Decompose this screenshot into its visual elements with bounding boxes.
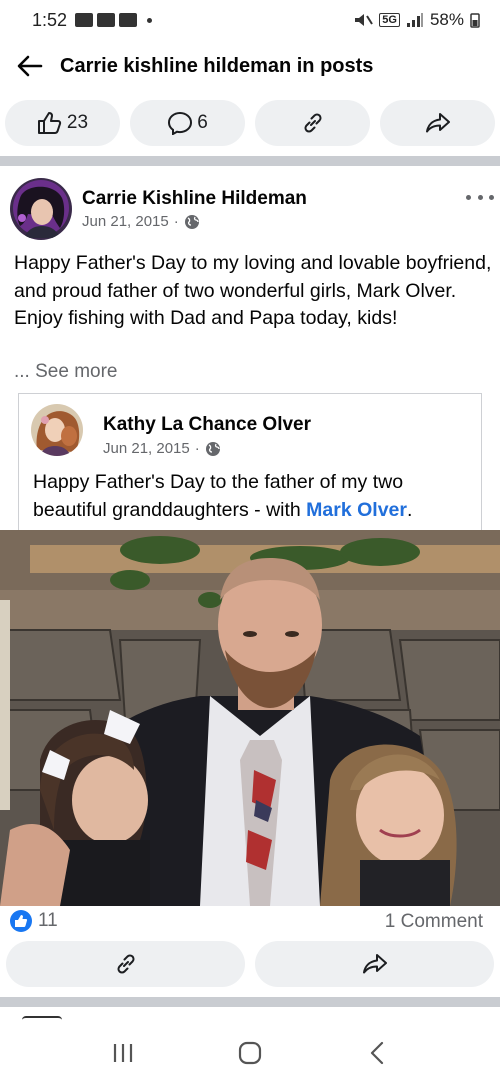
back-arrow-icon[interactable] (0, 40, 60, 92)
signal-icon (406, 13, 423, 27)
comment-count-link[interactable]: 1 Comment (385, 911, 483, 933)
reaction-count: 11 (38, 910, 58, 931)
post-date[interactable]: Jun 21, 2015 (82, 213, 169, 230)
search-header: Carrie kishline hildeman in posts (0, 40, 500, 92)
system-nav-bar (0, 1022, 500, 1083)
post-actions-bottom (6, 941, 494, 987)
notification-icons (75, 13, 153, 27)
comment-count-top: 6 (197, 112, 208, 133)
reaction-summary[interactable]: 11 (10, 910, 58, 932)
more-notifications-icon (147, 17, 153, 23)
shared-text-after: . (406, 499, 413, 521)
copy-link-button[interactable] (255, 100, 370, 146)
battery-icon (470, 13, 480, 28)
next-post-avatar-peek (22, 1016, 62, 1020)
comment-button[interactable]: 6 (130, 100, 245, 146)
gallery-notification-icon (75, 13, 94, 27)
author-avatar[interactable] (10, 178, 72, 240)
status-right: 5G 58% (353, 10, 480, 30)
battery-level: 58% (429, 10, 464, 29)
section-divider (0, 156, 500, 166)
youtube-notification-icon-2 (119, 13, 138, 27)
post-photo[interactable] (0, 530, 500, 906)
share-icon (362, 954, 387, 974)
home-icon[interactable] (220, 1028, 280, 1078)
post-actions-top: 23 6 (5, 100, 495, 148)
shared-author-avatar[interactable] (31, 404, 83, 456)
like-button[interactable]: 23 (5, 100, 120, 146)
mute-icon (355, 14, 374, 26)
shared-post-meta: Jun 21, 2015 · (103, 440, 221, 457)
globe-icon (184, 214, 199, 229)
comment-icon (168, 111, 193, 135)
share-button-bottom[interactable] (255, 941, 494, 987)
shared-meta-separator: · (194, 440, 200, 457)
like-badge-icon (10, 910, 32, 932)
like-count: 23 (66, 112, 89, 133)
youtube-notification-icon (97, 13, 116, 27)
status-bar: 1:52 5G 58% (0, 0, 500, 40)
thumbs-up-icon (37, 112, 62, 134)
post-meta: Jun 21, 2015 · (82, 213, 200, 230)
nav-back-icon[interactable] (347, 1028, 407, 1078)
post-author-name[interactable]: Carrie Kishline Hildeman (82, 188, 307, 210)
link-icon (303, 113, 322, 133)
shared-author-name[interactable]: Kathy La Chance Olver (103, 414, 311, 436)
shared-globe-icon (205, 441, 220, 456)
post-text: Happy Father's Day to my loving and lova… (14, 252, 492, 329)
network-label: 5G (379, 13, 400, 27)
recents-icon[interactable] (93, 1028, 153, 1078)
shared-post-text: Happy Father's Day to the father of my t… (33, 468, 479, 524)
shared-post-date[interactable]: Jun 21, 2015 (103, 440, 190, 457)
copy-link-button-bottom[interactable] (6, 941, 245, 987)
status-time: 1:52 (32, 9, 68, 30)
meta-separator: · (173, 213, 179, 230)
see-more-link[interactable]: ... See more (14, 361, 118, 383)
share-button[interactable] (380, 100, 495, 146)
more-icon[interactable] (466, 190, 494, 204)
link-icon (116, 954, 135, 974)
section-divider-bottom (0, 997, 500, 1007)
share-icon (425, 113, 450, 133)
page-title: Carrie kishline hildeman in posts (60, 54, 374, 77)
shared-post-card[interactable]: Kathy La Chance Olver Jun 21, 2015 · Hap… (18, 393, 482, 533)
mention-link[interactable]: Mark Olver (306, 499, 407, 521)
